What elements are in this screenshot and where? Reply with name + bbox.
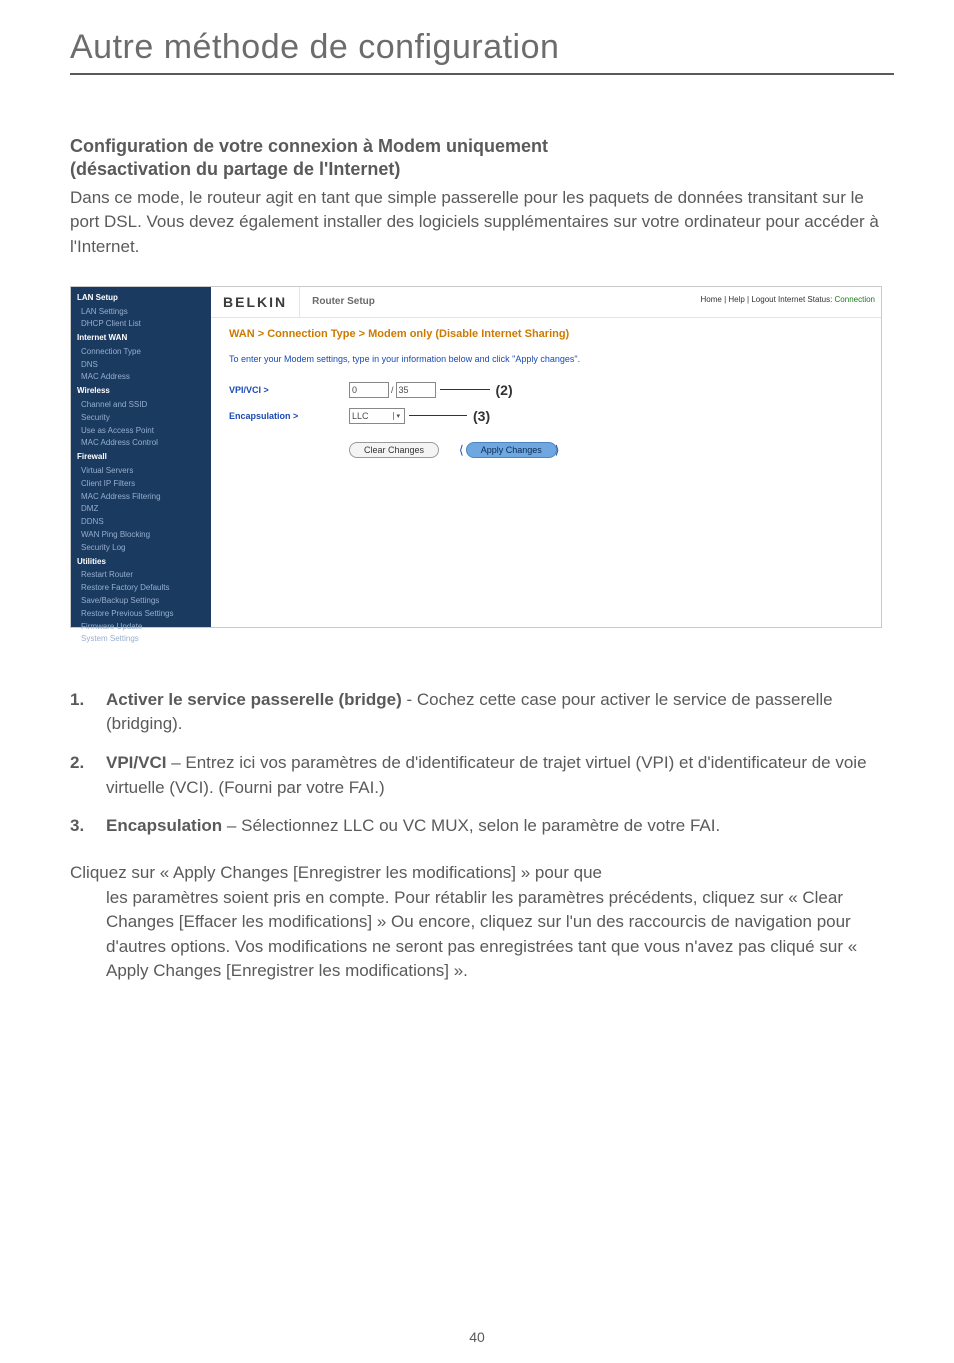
sidebar-group-head: Wireless [71,384,211,399]
brand-logo: BELKIN [211,287,300,317]
sidebar-item[interactable]: WAN Ping Blocking [71,529,211,542]
sidebar-item[interactable]: System Settings [71,633,211,646]
arrow-left-icon: ⟨ [459,443,464,457]
sidebar-group-head: Internet WAN [71,331,211,346]
content-hint: To enter your Modem settings, type in yo… [229,354,863,364]
internet-status-value: Connection [835,295,875,304]
row-vpivci: VPI/VCI > 0 / 35 (2) [229,382,863,398]
list-text: VPI/VCI – Entrez ici vos paramètres de d… [106,751,884,800]
section-heading-line1: Configuration de votre connexion à Modem… [70,136,548,156]
input-vci[interactable]: 35 [396,382,436,398]
sidebar-item[interactable]: Channel and SSID [71,399,211,412]
list-item: 2.VPI/VCI – Entrez ici vos paramètres de… [70,751,884,800]
sidebar-item[interactable]: DHCP Client List [71,318,211,331]
router-toolbar: BELKIN Router Setup Home | Help | Logout… [211,287,881,318]
sidebar-item[interactable]: MAC Address Control [71,437,211,450]
button-row: Clear Changes ⟨ Apply Changes ⟩ [229,442,863,458]
sidebar-item[interactable]: DNS [71,359,211,372]
router-screenshot: LAN SetupLAN SettingsDHCP Client ListInt… [70,286,882,628]
intro-paragraph: Dans ce mode, le routeur agit en tant qu… [70,186,894,260]
sidebar-item[interactable]: Client IP Filters [71,478,211,491]
router-sidebar: LAN SetupLAN SettingsDHCP Client ListInt… [71,287,211,627]
sidebar-item[interactable]: DMZ [71,503,211,516]
sidebar-item[interactable]: Security [71,412,211,425]
sidebar-item[interactable]: Connection Type [71,346,211,359]
chevron-down-icon: ▾ [393,412,402,420]
title-rule [70,73,894,75]
closing-first-line: Cliquez sur « Apply Changes [Enregistrer… [70,863,602,882]
toolbar-title: Router Setup [300,296,375,307]
sidebar-item[interactable]: LAN Settings [71,306,211,319]
sidebar-item[interactable]: MAC Address [71,371,211,384]
list-item: 1.Activer le service passerelle (bridge)… [70,688,884,737]
page-title: Autre méthode de configuration [70,28,894,67]
list-number: 2. [70,751,106,800]
sidebar-group-head: LAN Setup [71,291,211,306]
sidebar-item[interactable]: Security Log [71,542,211,555]
section-heading-line2: (désactivation du partage de l'Internet) [70,159,400,179]
label-vpivci: VPI/VCI > [229,385,349,395]
annotation-2: (2) [496,382,513,398]
arrow-right-icon: ⟩ [555,443,560,457]
sidebar-group-head: Utilities [71,555,211,570]
list-text: Encapsulation – Sélectionnez LLC ou VC M… [106,814,884,839]
sidebar-item[interactable]: Save/Backup Settings [71,595,211,608]
closing-rest: les paramètres soient pris en compte. Po… [70,886,884,985]
closing-paragraph: Cliquez sur « Apply Changes [Enregistrer… [70,861,884,984]
list-item: 3.Encapsulation – Sélectionnez LLC ou VC… [70,814,884,839]
list-lead: Activer le service passerelle (bridge) [106,690,402,709]
list-number: 1. [70,688,106,737]
toolbar-status: Home | Help | Logout Internet Status: Co… [701,295,876,304]
row-encapsulation: Encapsulation > LLC ▾ (3) [229,408,863,424]
numbered-list: 1.Activer le service passerelle (bridge)… [70,688,894,839]
toolbar-links[interactable]: Home | Help | Logout Internet Status: [701,295,835,304]
list-lead: Encapsulation [106,816,227,835]
sidebar-item[interactable]: Restore Previous Settings [71,608,211,621]
sidebar-item[interactable]: DDNS [71,516,211,529]
sidebar-item[interactable]: Virtual Servers [71,465,211,478]
annotation-3: (3) [473,408,490,424]
list-text: Activer le service passerelle (bridge) -… [106,688,884,737]
page-number: 40 [0,1329,954,1345]
apply-changes-button[interactable]: Apply Changes [466,442,557,458]
sidebar-item[interactable]: MAC Address Filtering [71,491,211,504]
select-encapsulation-value: LLC [352,411,369,421]
label-encapsulation: Encapsulation > [229,411,349,421]
section-heading: Configuration de votre connexion à Modem… [70,135,894,182]
sidebar-item[interactable]: Use as Access Point [71,425,211,438]
vpivci-separator: / [391,385,394,395]
select-encapsulation[interactable]: LLC ▾ [349,408,405,424]
sidebar-item[interactable]: Restart Router [71,569,211,582]
clear-changes-button[interactable]: Clear Changes [349,442,439,458]
router-content: WAN > Connection Type > Modem only (Disa… [211,318,881,468]
input-vpi[interactable]: 0 [349,382,389,398]
router-main: BELKIN Router Setup Home | Help | Logout… [211,287,881,627]
list-number: 3. [70,814,106,839]
sidebar-item[interactable]: Firmware Update [71,621,211,634]
leader-line [409,415,467,416]
sidebar-item[interactable]: Restore Factory Defaults [71,582,211,595]
content-title: WAN > Connection Type > Modem only (Disa… [229,328,863,340]
leader-line [440,389,490,390]
list-lead: VPI/VCI [106,753,166,772]
sidebar-group-head: Firewall [71,450,211,465]
